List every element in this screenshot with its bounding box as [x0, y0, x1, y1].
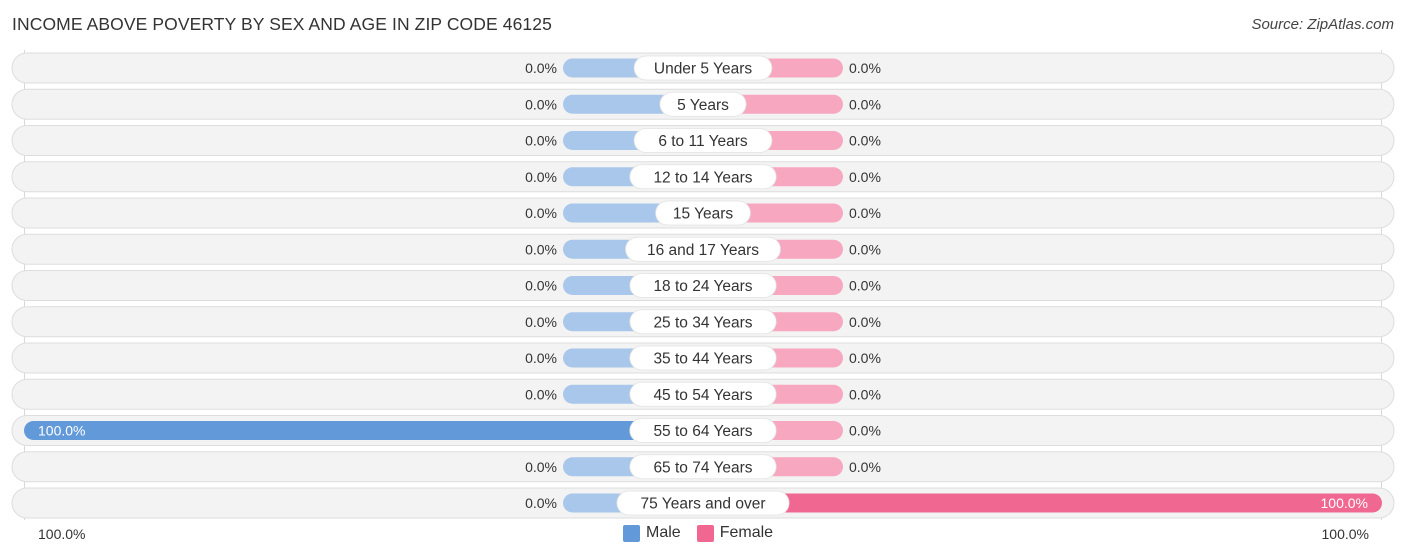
legend-label-female: Female [719, 524, 774, 541]
row-8: 0.0% 0.0% 35 to 44 Years [11, 342, 1395, 374]
female-value-label: 0.0% [849, 60, 881, 76]
female-value-label: 100.0% [1321, 495, 1368, 511]
row-3: 0.0% 0.0% 12 to 14 Years [11, 161, 1395, 193]
male-value-label: 0.0% [525, 96, 557, 112]
male-value-label: 0.0% [525, 314, 557, 330]
legend-item-female: Female [696, 524, 774, 542]
row-12: 0.0% 100.0% 75 Years and over [11, 487, 1395, 519]
row-1: 0.0% 0.0% 5 Years [11, 88, 1395, 120]
legend-swatch-male [623, 524, 640, 542]
row-4: 0.0% 0.0% 15 Years [11, 197, 1395, 229]
female-value-label: 0.0% [849, 386, 881, 402]
category-label: 35 to 44 Years [653, 351, 752, 368]
female-value-label: 0.0% [849, 169, 881, 185]
row-9: 0.0% 0.0% 45 to 54 Years [11, 378, 1395, 410]
category-label: 6 to 11 Years [658, 133, 748, 150]
female-value-label: 0.0% [849, 314, 881, 330]
category-label: 65 to 74 Years [653, 459, 752, 476]
category-label: 55 to 64 Years [653, 423, 752, 440]
row-7: 0.0% 0.0% 25 to 34 Years [11, 306, 1395, 338]
male-value-label: 0.0% [525, 60, 557, 76]
row-0: 0.0% 0.0% Under 5 Years [11, 52, 1395, 84]
axis-right-label: 100.0% [1321, 526, 1369, 542]
axis-left-label: 100.0% [38, 526, 86, 542]
category-label: 16 and 17 Years [647, 242, 759, 259]
male-value-label: 0.0% [525, 350, 557, 366]
male-value-label: 100.0% [38, 423, 85, 439]
category-label: 45 to 54 Years [653, 387, 752, 404]
row-6: 0.0% 0.0% 18 to 24 Years [11, 270, 1395, 301]
female-value-label: 0.0% [849, 133, 881, 149]
category-label: 25 to 34 Years [653, 314, 752, 331]
female-value-label: 0.0% [849, 459, 881, 475]
female-value-label: 0.0% [849, 423, 881, 439]
male-value-label: 0.0% [525, 278, 557, 294]
chart-svg: 0.0% 0.0%Under 5 Years0.0% 0.0%5 Years0.0%… [11, 50, 1395, 520]
male-value-label: 0.0% [525, 459, 557, 475]
female-value-label: 0.0% [849, 96, 881, 112]
category-label: 15 Years [673, 206, 734, 223]
male-value-label: 0.0% [525, 169, 557, 185]
legend-label-male: Male [646, 524, 681, 541]
row-11: 0.0% 0.0% 65 to 74 Years [11, 451, 1395, 483]
female-value-label: 0.0% [849, 278, 881, 294]
female-value-label: 0.0% [849, 350, 881, 366]
category-label: 75 Years and over [641, 496, 766, 513]
male-value-label: 0.0% [525, 241, 557, 257]
category-label: 5 Years [677, 97, 729, 114]
legend: Male Female [623, 524, 789, 542]
male-value-label: 0.0% [525, 495, 557, 511]
male-value-label: 0.0% [525, 205, 557, 221]
row-2: 0.0% 0.0% 6 to 11 Years [11, 125, 1395, 156]
category-label: Under 5 Years [654, 61, 752, 78]
female-value-label: 0.0% [849, 205, 881, 221]
male-bar [24, 421, 703, 440]
female-bar [703, 493, 1382, 513]
category-label: 18 to 24 Years [653, 278, 752, 295]
category-label: 12 to 14 Years [653, 169, 752, 186]
row-5: 0.0% 0.0% 16 and 17 Years [11, 233, 1395, 265]
male-value-label: 0.0% [525, 386, 557, 402]
male-value-label: 0.0% [525, 133, 557, 149]
row-10: 100.0% 0.0% 55 to 64 Years [11, 415, 1395, 446]
female-value-label: 0.0% [849, 241, 881, 257]
legend-item-male: Male [623, 524, 681, 542]
legend-swatch-female [696, 524, 714, 542]
